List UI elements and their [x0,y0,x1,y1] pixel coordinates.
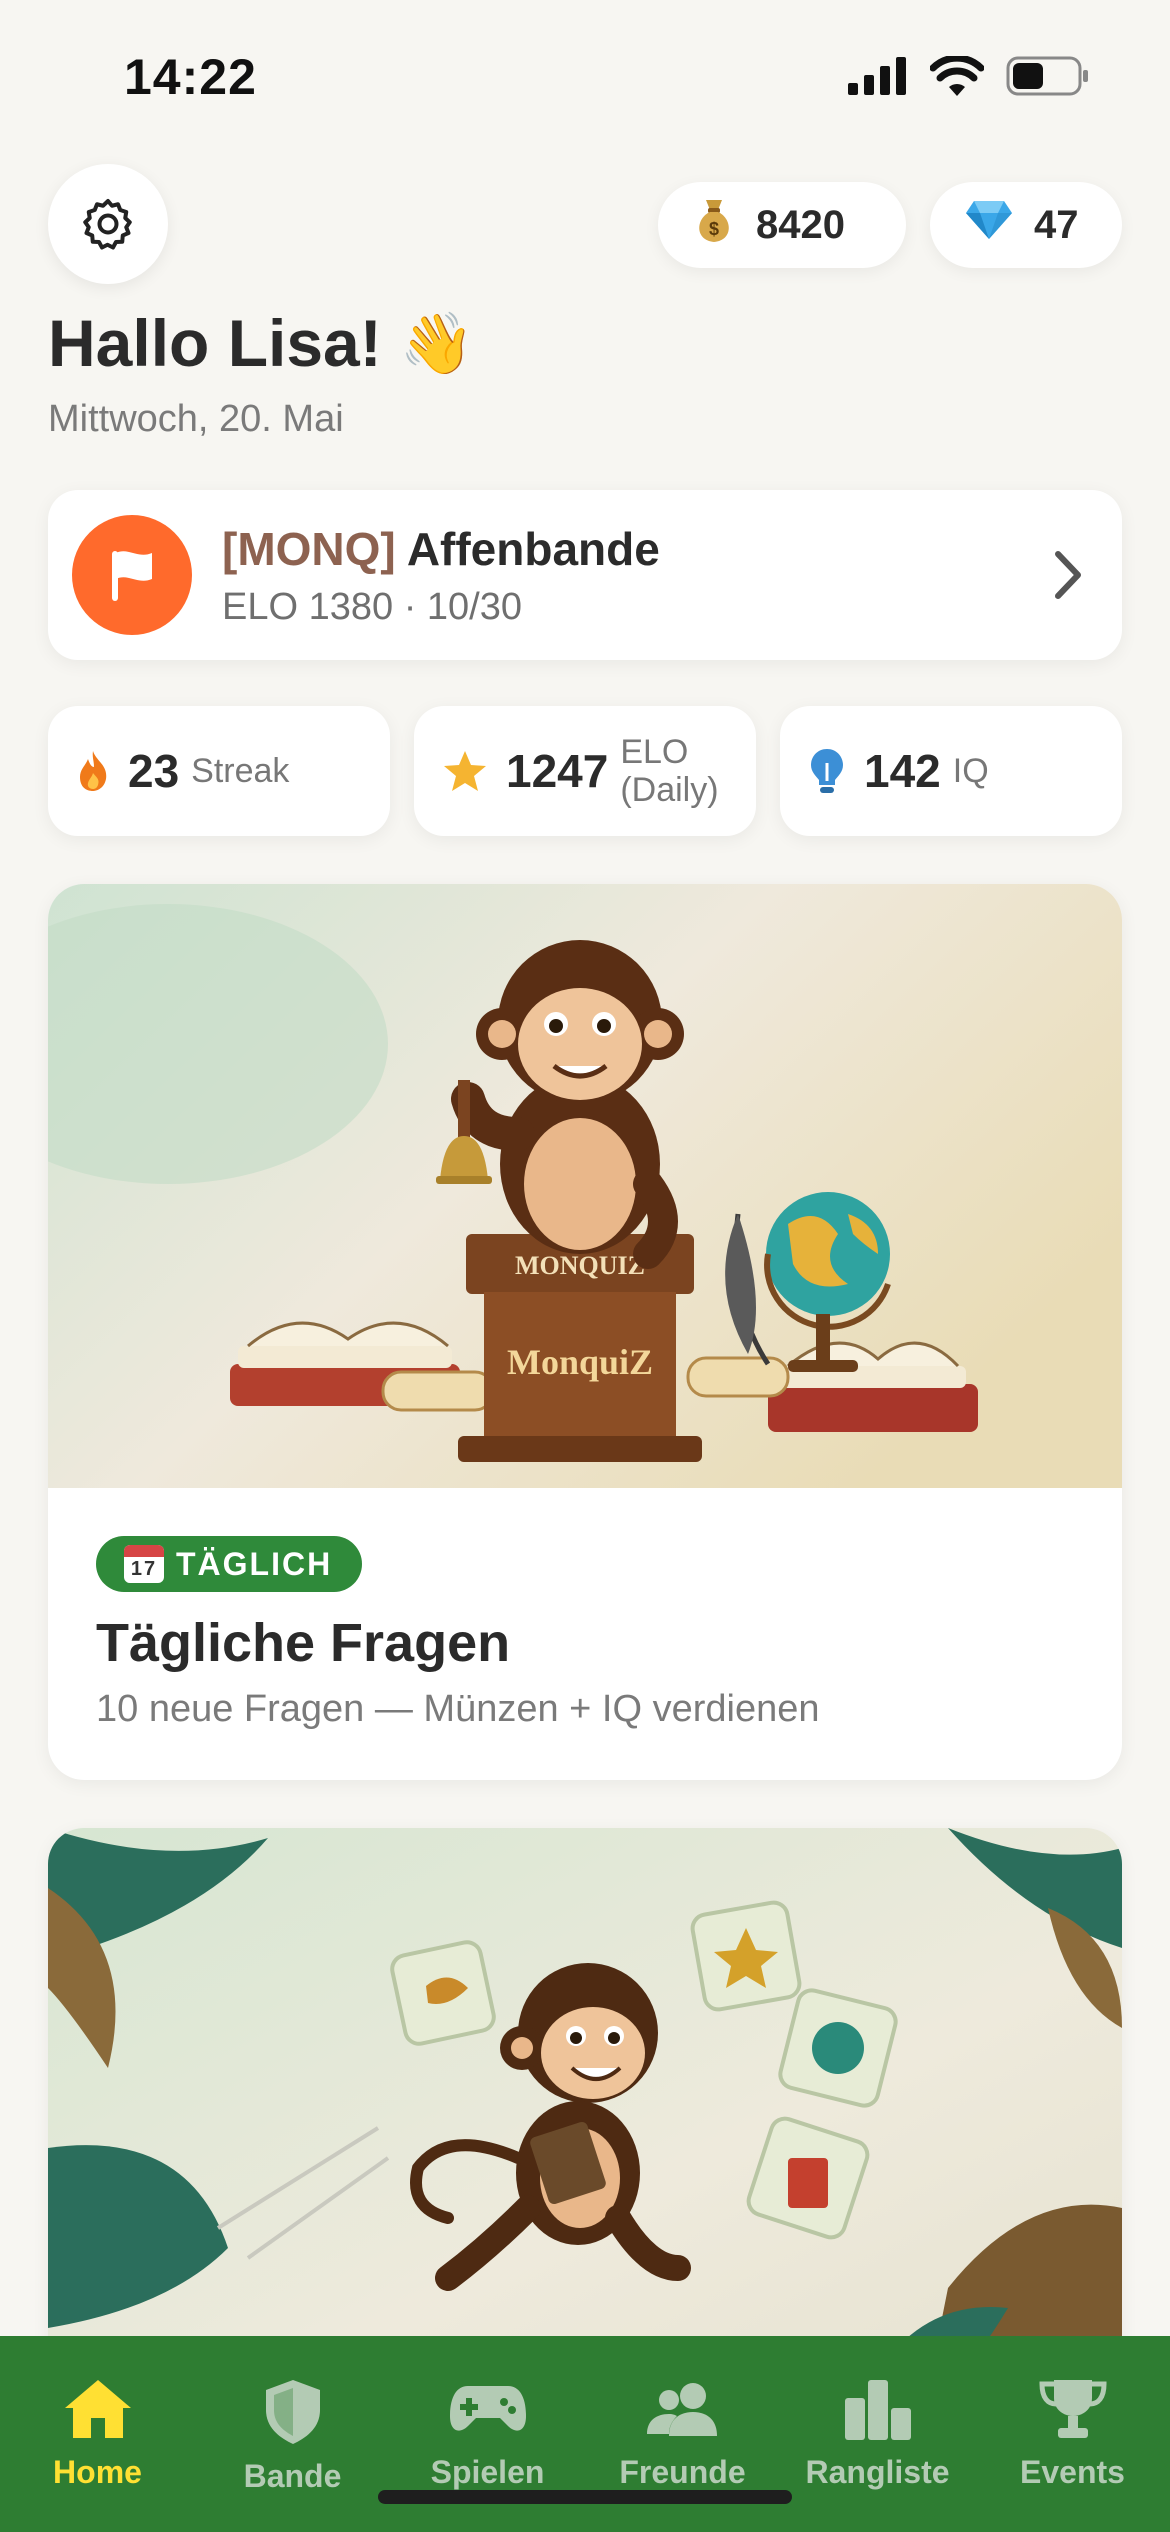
gem-icon [964,199,1014,251]
greeting-title: Hallo Lisa! 👋 [48,305,474,381]
tab-events[interactable]: Events [975,2336,1170,2532]
streak-stat[interactable]: 23 Streak [48,706,390,836]
lectern-text-front: MonquiZ [507,1342,653,1382]
calendar-icon: 17 [124,1545,164,1583]
daily-card-subtitle: 10 neue Fragen — Münzen + IQ verdienen [96,1688,820,1730]
tab-home[interactable]: Home [0,2336,195,2532]
running-monkey-illustration [48,1828,1122,2388]
daily-badge-label: TÄGLICH [176,1545,333,1582]
elo-stat[interactable]: 1247 ELO (Daily) [414,706,756,836]
star-icon [444,751,486,791]
flame-icon [80,751,107,791]
wifi-icon [930,56,984,96]
gear-icon [83,199,132,250]
status-time: 14:22 [124,49,257,105]
tab-rangliste-label: Rangliste [805,2454,950,2490]
elo-label-line1: ELO [620,733,689,771]
daily-questions-card[interactable]: MONQUIZ MonquiZ 17 TÄGLICH Tägliche Frag… [48,884,1122,1780]
tab-spielen-label: Spielen [430,2454,545,2490]
clan-name: [MONQ] Affenbande [222,522,660,576]
elo-value: 1247 [506,745,609,797]
home-indicator[interactable] [378,2490,792,2504]
friends-icon [646,2383,717,2436]
iq-stat[interactable]: 142 IQ [780,706,1122,836]
gems-pill[interactable]: 47 [930,182,1122,268]
status-icons [848,56,1090,96]
iq-label: IQ [952,752,989,790]
trophy-icon [1038,2380,1107,2438]
wave-emoji: 👋 [399,309,475,377]
shield-icon [265,2380,320,2444]
clan-title: Affenbande [406,523,660,575]
gamepad-icon [449,2386,526,2431]
flag-icon [112,551,152,601]
clan-avatar [72,515,192,635]
daily-card-title: Tägliche Fragen [96,1613,511,1673]
quiz-rush-card[interactable] [48,1828,1122,2388]
tab-bande-label: Bande [243,2458,342,2494]
svg-text:$: $ [709,219,719,239]
tab-events-label: Events [1020,2454,1125,2490]
clan-tag: [MONQ] [222,523,396,575]
money-bag-icon: $ [692,196,736,254]
streak-label: Streak [191,752,290,790]
elo-label-line2: (Daily) [620,771,719,809]
tab-freunde-label: Freunde [619,2454,746,2490]
gems-value: 47 [1034,202,1079,247]
lightbulb-icon [811,749,843,793]
lectern-text-top: MONQUIZ [515,1251,645,1280]
coins-value: 8420 [756,202,845,247]
coins-pill[interactable]: $ 8420 [658,182,906,268]
clan-meta: ELO 1380 · 10/30 [222,586,522,628]
status-bar: 14:22 [0,0,1170,150]
daily-badge: 17 TÄGLICH [96,1536,363,1592]
elo-label: ELO (Daily) [620,733,718,809]
streak-value: 23 [128,745,180,797]
greeting-text: Hallo Lisa! [48,306,382,380]
daily-quiz-illustration: MONQUIZ MonquiZ [48,884,1122,1488]
tab-bande[interactable]: Bande [195,2336,390,2532]
iq-value: 142 [864,745,941,797]
current-date: Mittwoch, 20. Mai [48,398,344,440]
home-icon [64,2380,131,2438]
leaderboard-icon [844,2380,911,2440]
battery-icon [1006,56,1088,96]
chevron-right-icon [1055,551,1081,599]
tab-rangliste[interactable]: Rangliste [780,2336,975,2532]
cellular-signal-icon [848,57,906,95]
tab-home-label: Home [53,2454,142,2490]
clan-card[interactable]: [MONQ] Affenbande ELO 1380 · 10/30 [48,490,1122,660]
settings-button[interactable] [48,164,168,284]
